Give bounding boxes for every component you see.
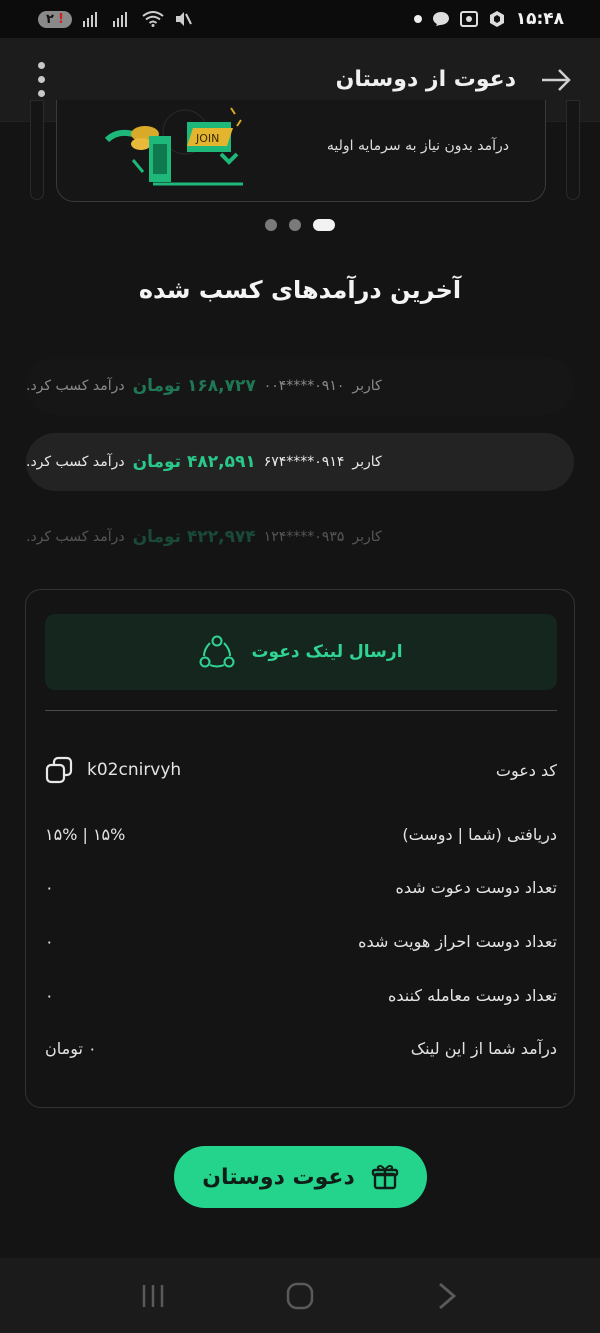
carousel-dot-2[interactable] (289, 219, 301, 231)
invited-friends-label: تعداد دوست دعوت شده (395, 878, 557, 897)
back-arrow-icon[interactable] (540, 68, 572, 92)
sim-alert-icon: ! (57, 11, 64, 27)
chat-bubble-icon (432, 12, 449, 26)
invite-code-value[interactable]: k02cnirvyh (87, 760, 181, 780)
banner-prev-edge (30, 100, 44, 200)
status-right: ۱۵:۴۸ (413, 9, 564, 29)
promo-banner[interactable]: JOIN درآمد بدون نیاز به سرمایه اولیه (56, 100, 546, 202)
invite-friends-button[interactable]: دعوت دوستان (174, 1146, 427, 1208)
app-bar-title-group: دعوت از دوستان (336, 67, 572, 92)
recent-apps-icon[interactable] (133, 1276, 173, 1316)
home-icon[interactable] (280, 1276, 320, 1316)
earning-user-label: کاربر (352, 454, 382, 470)
screenshot-icon (459, 11, 478, 27)
earning-row: کاربر ۰۹۱۴****۶۷۴ ۴۸۲,۵۹۱ تومان درآمد کس… (26, 433, 574, 491)
signal-icon-2 (112, 12, 127, 27)
link-income-row: درآمد شما از این لینک ۰ تومان (45, 1039, 557, 1058)
status-left: ۲ ! (38, 10, 192, 28)
trading-friends-value: ۰ (45, 986, 54, 1005)
copy-icon[interactable] (45, 756, 73, 784)
earning-user-label: کاربر (352, 529, 382, 545)
invite-code-value-group: k02cnirvyh (45, 756, 181, 784)
earning-phone: ۰۹۳۵****۱۲۴ (263, 529, 345, 545)
wifi-icon (142, 11, 164, 27)
link-income-label: درآمد شما از این لینک (410, 1039, 557, 1058)
invite-info-card: ارسال لینک دعوت کد دعوت k02cnirvyh دریاف… (25, 589, 575, 1108)
earning-row: کاربر ۰۹۳۵****۱۲۴ ۴۲۲,۹۷۴ تومان درآمد کس… (26, 508, 574, 566)
verified-friends-value: ۰ (45, 932, 54, 951)
send-invite-link-button[interactable]: ارسال لینک دعوت (45, 614, 557, 690)
commission-share-label: دریافتی (شما | دوست) (402, 825, 557, 844)
app-hex-icon (489, 11, 504, 27)
earning-suffix: درآمد کسب کرد. (26, 529, 125, 545)
banner-text: درآمد بدون نیاز به سرمایه اولیه (326, 138, 509, 154)
send-invite-link-label: ارسال لینک دعوت (251, 642, 403, 662)
sim-badge-number: ۲ (46, 11, 54, 27)
link-income-value: ۰ تومان (45, 1039, 97, 1058)
notification-dot-icon (413, 15, 422, 23)
earning-suffix: درآمد کسب کرد. (26, 454, 125, 470)
earning-phone: ۰۹۱۰****۰۰۴ (263, 378, 345, 394)
earning-user-label: کاربر (352, 378, 382, 394)
invited-friends-value: ۰ (45, 878, 54, 897)
earning-amount: ۴۸۲,۵۹۱ تومان (132, 452, 256, 472)
earning-amount: ۱۶۸,۷۲۷ تومان (132, 376, 256, 396)
earning-suffix: درآمد کسب کرد. (26, 378, 125, 394)
banner-next-edge (566, 100, 580, 200)
earning-row: کاربر ۰۹۱۰****۰۰۴ ۱۶۸,۷۲۷ تومان درآمد کس… (26, 357, 574, 415)
join-label: JOIN (195, 132, 219, 145)
commission-share-row: دریافتی (شما | دوست) ۱۵% | ۱۵% (45, 825, 557, 844)
recent-earnings-title: آخرین درآمدهای کسب شده (138, 276, 462, 304)
earning-phone: ۰۹۱۴****۶۷۴ (263, 454, 345, 470)
invite-code-row: کد دعوت k02cnirvyh (45, 756, 557, 784)
gift-icon (371, 1165, 398, 1190)
signal-icon (82, 12, 97, 27)
sim-badge: ۲ ! (38, 10, 72, 28)
verified-friends-label: تعداد دوست احراز هویت شده (358, 932, 557, 951)
carousel-dot-3[interactable] (265, 219, 277, 231)
earning-amount: ۴۲۲,۹۷۴ تومان (132, 527, 256, 547)
commission-share-value: ۱۵% | ۱۵% (45, 825, 126, 844)
carousel-dot-1[interactable] (313, 219, 335, 231)
trading-friends-label: تعداد دوست معامله کننده (387, 986, 557, 1005)
clock: ۱۵:۴۸ (515, 9, 564, 29)
trading-friends-row: تعداد دوست معامله کننده ۰ (45, 986, 557, 1005)
share-network-icon (199, 635, 235, 668)
back-nav-icon[interactable] (427, 1276, 467, 1316)
verified-friends-row: تعداد دوست احراز هویت شده ۰ (45, 932, 557, 951)
system-nav-bar (0, 1258, 600, 1333)
invite-friends-label: دعوت دوستان (202, 1164, 355, 1190)
more-options-icon[interactable] (38, 62, 45, 97)
carousel-dots (0, 219, 600, 231)
join-illustration-icon: JOIN (104, 107, 243, 186)
card-divider (45, 710, 557, 711)
page-title: دعوت از دوستان (335, 67, 516, 92)
status-bar: ۲ ! ۱۵:۴۸ (0, 0, 600, 38)
invite-code-label: کد دعوت (495, 760, 557, 780)
invited-friends-row: تعداد دوست دعوت شده ۰ (45, 878, 557, 897)
mute-icon (175, 12, 192, 26)
